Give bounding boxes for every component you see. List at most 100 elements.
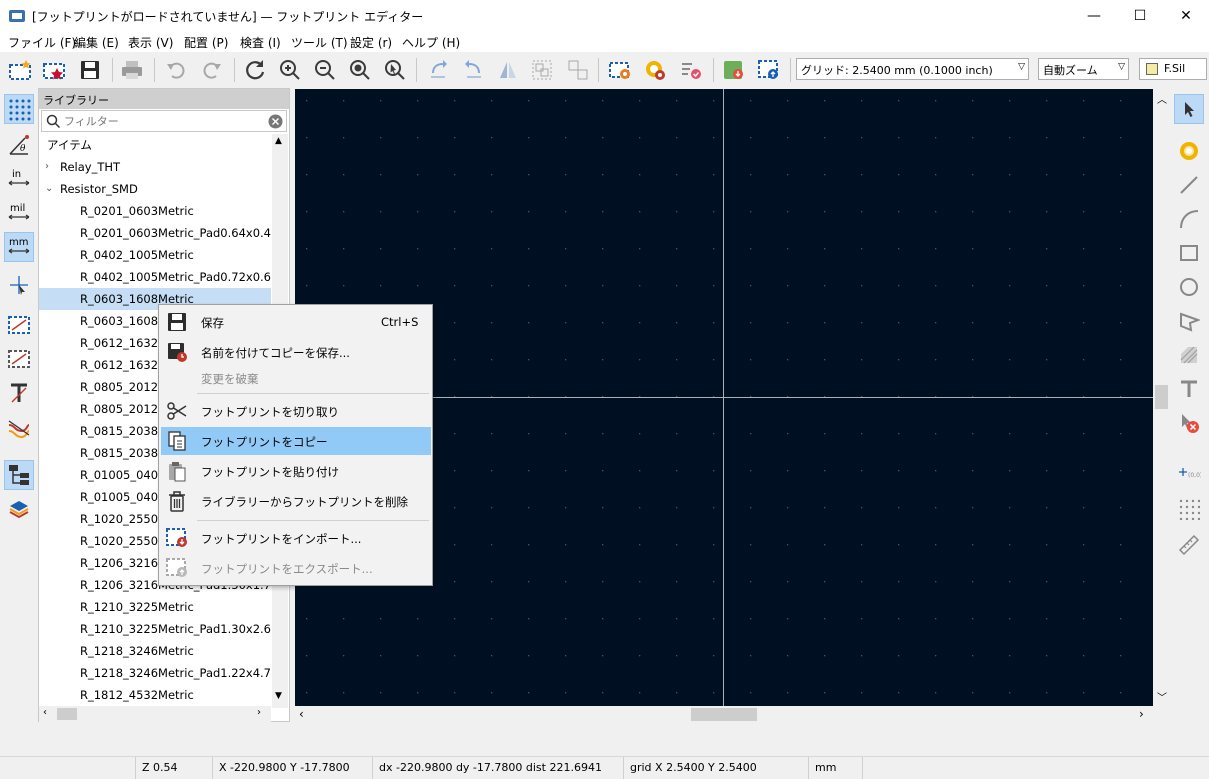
maximize-button[interactable]: ☐: [1117, 0, 1163, 32]
menu-edit[interactable]: 編集 (E): [74, 34, 119, 51]
library-node[interactable]: ⌄ Resistor_SMD: [39, 178, 271, 200]
polar-coords-icon[interactable]: θ: [4, 130, 34, 160]
units-mm-icon[interactable]: mm: [4, 232, 34, 262]
zoom-select[interactable]: 自動ズーム ▽: [1038, 58, 1129, 80]
scroll-left-icon[interactable]: ‹: [43, 707, 47, 718]
scroll-right-icon[interactable]: ›: [1139, 707, 1144, 721]
scroll-thumb[interactable]: [1155, 385, 1168, 409]
rotate-ccw-icon[interactable]: [424, 56, 452, 84]
scroll-thumb[interactable]: [691, 708, 757, 721]
draw-line-icon[interactable]: [1174, 170, 1204, 200]
footprint-item[interactable]: R_1218_3246Metric_Pad1.22x4.75mm: [39, 662, 271, 684]
ungroup-icon[interactable]: [564, 56, 592, 84]
add-pad-icon[interactable]: [1174, 136, 1204, 166]
undo-icon[interactable]: [162, 56, 190, 84]
zoom-in-icon[interactable]: [276, 56, 304, 84]
draw-arc-icon[interactable]: [1174, 204, 1204, 234]
units-inch-icon[interactable]: in: [4, 164, 34, 194]
redo-icon[interactable]: [198, 56, 226, 84]
clear-filter-icon[interactable]: [268, 114, 283, 129]
high-contrast-icon[interactable]: [4, 414, 34, 444]
menu-preferences[interactable]: 設定 (r): [350, 34, 392, 51]
menu-item-export[interactable]: フットプリントをエクスポート...: [161, 554, 431, 582]
minimize-button[interactable]: —: [1071, 0, 1117, 32]
menu-item-copy[interactable]: フットプリントをコピー: [161, 427, 431, 455]
canvas-horizontal-scrollbar[interactable]: ‹ ›: [295, 706, 1153, 723]
pad-settings-icon[interactable]: [641, 56, 669, 84]
zoom-fit-icon[interactable]: [346, 56, 374, 84]
menu-item-cut[interactable]: フットプリントを切り取り: [161, 397, 431, 425]
draw-polygon-icon[interactable]: [1174, 306, 1204, 336]
close-button[interactable]: ✕: [1163, 0, 1209, 32]
units-mil-icon[interactable]: mil: [4, 198, 34, 228]
load-from-board-icon[interactable]: [720, 56, 748, 84]
footprint-item[interactable]: R_1812_4532Metric: [39, 684, 271, 706]
filter-field[interactable]: [41, 110, 287, 132]
footprint-checker-icon[interactable]: [677, 56, 705, 84]
delete-tool-icon[interactable]: [1174, 408, 1204, 438]
rotate-cw-icon[interactable]: [460, 56, 488, 84]
filter-input[interactable]: [64, 113, 264, 129]
menu-help[interactable]: ヘルプ (H): [402, 34, 460, 51]
footprint-item[interactable]: R_1210_3225Metric_Pad1.30x2.65mm: [39, 618, 271, 640]
mirror-icon[interactable]: [494, 56, 522, 84]
footprint-item[interactable]: R_0402_1005Metric: [39, 244, 271, 266]
draw-rectangle-icon[interactable]: [1174, 238, 1204, 268]
menu-item-save[interactable]: 保存 Ctrl+S: [161, 308, 431, 336]
group-icon[interactable]: [528, 56, 556, 84]
zoom-out-icon[interactable]: [311, 56, 339, 84]
show-graphics-outline-icon[interactable]: [4, 344, 34, 374]
set-anchor-icon[interactable]: (0,0): [1174, 458, 1204, 488]
add-text-icon[interactable]: [1174, 374, 1204, 404]
layer-select[interactable]: F.Sil: [1139, 58, 1207, 80]
measure-tool-icon[interactable]: [1174, 530, 1204, 560]
scroll-up-icon[interactable]: ︿: [1157, 91, 1167, 106]
menu-item-delete[interactable]: ライブラリーからフットプリントを削除: [161, 487, 431, 515]
menu-file[interactable]: ファイル (F): [8, 34, 76, 51]
scroll-left-icon[interactable]: ‹: [299, 707, 304, 721]
full-crosshair-icon[interactable]: [4, 270, 34, 300]
canvas-vertical-scrollbar[interactable]: ︿ ﹀: [1153, 89, 1170, 706]
show-pads-outline-icon[interactable]: [4, 310, 34, 340]
create-footprint-wizard-icon[interactable]: [40, 56, 68, 84]
menu-item-paste[interactable]: フットプリントを貼り付け: [161, 457, 431, 485]
library-node[interactable]: › Relay_THT: [39, 156, 271, 178]
menu-item-import[interactable]: フットプリントをインポート...: [161, 524, 431, 552]
set-grid-origin-icon[interactable]: [1174, 494, 1204, 524]
grid-select[interactable]: グリッド: 2.5400 mm (0.1000 inch) ▽: [796, 58, 1029, 80]
library-horizontal-scrollbar[interactable]: ‹ ›: [39, 706, 271, 722]
scroll-right-icon[interactable]: ›: [257, 707, 261, 718]
new-footprint-icon[interactable]: [6, 56, 34, 84]
chevron-right-icon[interactable]: ›: [45, 156, 49, 178]
footprint-item[interactable]: R_0201_0603Metric_Pad0.64x0.40mm: [39, 222, 271, 244]
footprint-item[interactable]: R_1218_3246Metric: [39, 640, 271, 662]
refresh-icon[interactable]: [241, 56, 269, 84]
scroll-down-icon[interactable]: ﹀: [1157, 689, 1167, 704]
footprint-item[interactable]: R_1210_3225Metric: [39, 596, 271, 618]
select-tool-icon[interactable]: [1174, 94, 1204, 124]
scroll-thumb[interactable]: [57, 708, 77, 720]
save-icon[interactable]: [76, 56, 104, 84]
scroll-up-icon[interactable]: ▲: [275, 136, 282, 146]
show-text-outline-icon[interactable]: [4, 378, 34, 408]
grid-toggle-icon[interactable]: [4, 94, 34, 124]
menu-inspect[interactable]: 検査 (I): [240, 34, 281, 51]
menu-item-save-as[interactable]: 名前を付けてコピーを保存...: [161, 338, 431, 366]
zoom-selection-icon[interactable]: [381, 56, 409, 84]
context-menu: 保存 Ctrl+S 名前を付けてコピーを保存... 変更を破棄 フットプリントを…: [158, 304, 433, 586]
menu-place[interactable]: 配置 (P): [184, 34, 228, 51]
footprint-item[interactable]: R_0402_1005Metric_Pad0.72x0.64mm: [39, 266, 271, 288]
footprint-properties-icon[interactable]: [606, 56, 634, 84]
scroll-down-icon[interactable]: ▼: [275, 691, 282, 701]
print-icon[interactable]: [118, 56, 146, 84]
show-layers-manager-icon[interactable]: [4, 494, 34, 524]
menu-tools[interactable]: ツール (T): [291, 34, 348, 51]
footprint-item[interactable]: R_0201_0603Metric: [39, 200, 271, 222]
show-library-tree-icon[interactable]: [4, 460, 34, 490]
draw-circle-icon[interactable]: [1174, 272, 1204, 302]
insert-to-board-icon[interactable]: [755, 56, 783, 84]
add-zone-icon[interactable]: [1174, 340, 1204, 370]
chevron-down-icon[interactable]: ⌄: [45, 178, 53, 200]
menu-view[interactable]: 表示 (V): [128, 34, 173, 51]
menu-item-revert[interactable]: 変更を破棄: [161, 364, 431, 392]
